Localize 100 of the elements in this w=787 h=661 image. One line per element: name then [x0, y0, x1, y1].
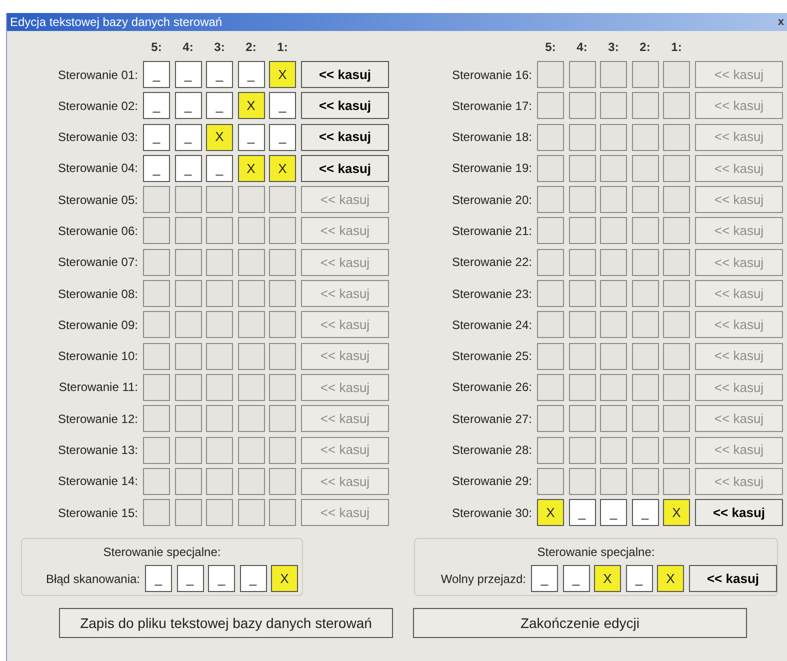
flag-field[interactable] [143, 436, 170, 464]
flag-field[interactable] [568, 186, 596, 214]
flag-field[interactable] [238, 374, 264, 401]
flag-field[interactable]: _ [562, 565, 590, 592]
flag-field[interactable] [568, 280, 596, 308]
flag-field[interactable] [537, 280, 564, 308]
flag-field[interactable]: _ [143, 92, 170, 120]
flag-field[interactable] [537, 217, 564, 244]
flag-field[interactable] [206, 436, 233, 464]
flag-field[interactable]: _ [269, 124, 296, 151]
flag-field[interactable] [143, 186, 170, 214]
flag-field[interactable] [600, 154, 627, 182]
flag-field[interactable] [663, 124, 690, 151]
flag-field[interactable] [143, 468, 170, 495]
flag-field[interactable] [269, 248, 296, 276]
flag-field[interactable] [632, 280, 658, 308]
flag-field[interactable] [632, 468, 658, 495]
delete-button[interactable]: << kasuj [301, 92, 389, 120]
flag-field[interactable] [206, 311, 233, 338]
flag-field[interactable] [663, 311, 690, 338]
flag-field[interactable] [568, 342, 596, 370]
flag-field[interactable] [269, 374, 296, 401]
flag-field[interactable] [269, 436, 296, 464]
flag-field[interactable] [206, 468, 233, 495]
flag-field[interactable] [663, 186, 690, 214]
flag-field[interactable] [143, 280, 170, 308]
flag-field[interactable] [663, 154, 690, 182]
flag-field[interactable] [663, 92, 690, 120]
flag-field[interactable]: X [238, 154, 264, 182]
flag-field[interactable] [174, 217, 202, 244]
flag-field[interactable] [600, 405, 627, 432]
flag-field[interactable]: _ [143, 61, 170, 88]
flag-field[interactable] [206, 280, 233, 308]
flag-field[interactable]: _ [240, 565, 266, 592]
flag-field[interactable]: _ [632, 499, 658, 526]
flag-field[interactable] [238, 311, 264, 338]
flag-field[interactable]: _ [206, 61, 233, 88]
flag-field[interactable] [238, 217, 264, 244]
flag-field[interactable] [206, 248, 233, 276]
flag-field[interactable] [174, 499, 202, 526]
flag-field[interactable] [206, 499, 233, 526]
flag-field[interactable] [632, 61, 658, 88]
flag-field[interactable] [537, 248, 564, 276]
flag-field[interactable] [568, 154, 596, 182]
flag-field[interactable] [206, 186, 233, 214]
flag-field[interactable] [568, 405, 596, 432]
flag-field[interactable]: X [269, 61, 296, 88]
flag-field[interactable]: _ [174, 124, 202, 151]
flag-field[interactable] [663, 61, 690, 88]
flag-field[interactable] [269, 342, 296, 370]
flag-field[interactable]: _ [238, 61, 264, 88]
flag-field[interactable] [238, 499, 264, 526]
flag-field[interactable] [600, 61, 627, 88]
flag-field[interactable] [632, 92, 658, 120]
flag-field[interactable] [632, 248, 658, 276]
flag-field[interactable] [174, 311, 202, 338]
flag-field[interactable] [600, 124, 627, 151]
delete-button[interactable]: << kasuj [301, 61, 389, 88]
delete-button[interactable]: << kasuj [695, 499, 783, 526]
flag-field[interactable] [238, 468, 264, 495]
flag-field[interactable] [537, 186, 564, 214]
flag-field[interactable] [238, 342, 264, 370]
flag-field[interactable]: X [271, 565, 298, 592]
flag-field[interactable]: _ [208, 565, 235, 592]
flag-field[interactable] [568, 468, 596, 495]
flag-field[interactable] [537, 436, 564, 464]
flag-field[interactable]: _ [269, 92, 296, 120]
flag-field[interactable] [600, 248, 627, 276]
flag-field[interactable] [568, 311, 596, 338]
flag-field[interactable] [537, 342, 564, 370]
flag-field[interactable] [174, 342, 202, 370]
flag-field[interactable] [600, 280, 627, 308]
flag-field[interactable] [206, 405, 233, 432]
flag-field[interactable] [600, 186, 627, 214]
flag-field[interactable] [269, 280, 296, 308]
flag-field[interactable]: _ [206, 92, 233, 120]
flag-field[interactable]: _ [143, 154, 170, 182]
flag-field[interactable] [269, 311, 296, 338]
flag-field[interactable] [632, 154, 658, 182]
close-button[interactable]: x [778, 16, 784, 28]
flag-field[interactable] [143, 248, 170, 276]
flag-field[interactable] [537, 61, 564, 88]
flag-field[interactable]: X [657, 565, 684, 592]
flag-field[interactable] [174, 186, 202, 214]
flag-field[interactable] [174, 468, 202, 495]
save-button[interactable]: Zapis do pliku tekstowej bazy danych sterowań [59, 608, 393, 638]
flag-field[interactable]: _ [174, 92, 202, 120]
flag-field[interactable]: X [594, 565, 621, 592]
flag-field[interactable] [600, 92, 627, 120]
flag-field[interactable] [143, 311, 170, 338]
flag-field[interactable]: X [238, 92, 264, 120]
flag-field[interactable] [632, 311, 658, 338]
flag-field[interactable] [537, 405, 564, 432]
flag-field[interactable] [206, 342, 233, 370]
flag-field[interactable] [568, 248, 596, 276]
flag-field[interactable] [632, 342, 658, 370]
flag-field[interactable] [174, 405, 202, 432]
flag-field[interactable] [600, 374, 627, 401]
flag-field[interactable] [600, 468, 627, 495]
flag-field[interactable] [269, 186, 296, 214]
